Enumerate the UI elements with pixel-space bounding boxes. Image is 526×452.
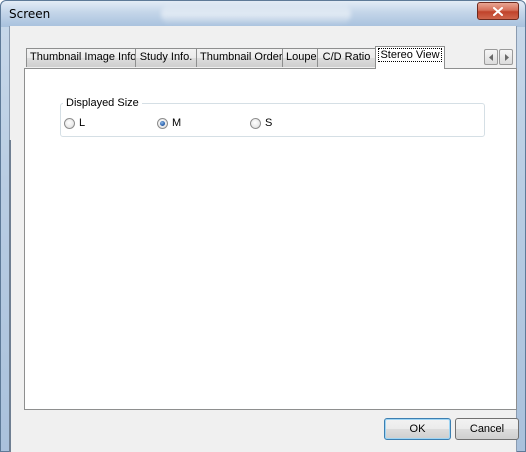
radio-size-s[interactable]: S bbox=[250, 116, 272, 130]
title-bar[interactable]: Screen bbox=[1, 1, 525, 27]
window-edge bbox=[9, 140, 11, 452]
tab-scroll-buttons bbox=[484, 49, 514, 66]
group-label: Displayed Size bbox=[63, 97, 142, 109]
titlebar-glass bbox=[161, 3, 351, 25]
chevron-left-icon bbox=[488, 53, 493, 61]
scroll-left-button[interactable] bbox=[484, 49, 498, 65]
tab-study-info[interactable]: Study Info. bbox=[135, 48, 197, 67]
ok-button[interactable]: OK bbox=[384, 418, 451, 440]
radio-label: S bbox=[265, 117, 273, 129]
scroll-right-button[interactable] bbox=[499, 49, 513, 65]
tab-label: Thumbnail Order bbox=[200, 51, 283, 63]
tab-label: Thumbnail Image Info. bbox=[30, 51, 140, 63]
tab-label: Study Info. bbox=[139, 51, 193, 63]
window-title: Screen bbox=[9, 7, 51, 21]
cancel-button[interactable]: Cancel bbox=[455, 418, 519, 440]
radio-label: M bbox=[172, 117, 182, 129]
radio-size-l[interactable]: L bbox=[64, 116, 85, 130]
radio-label: L bbox=[79, 117, 86, 129]
chevron-right-icon bbox=[504, 53, 509, 61]
tab-cd-ratio[interactable]: C/D Ratio bbox=[317, 48, 376, 67]
tab-label: Loupe bbox=[286, 51, 317, 63]
tab-stereo-view[interactable]: Stereo View bbox=[375, 46, 445, 69]
close-button[interactable] bbox=[477, 2, 519, 20]
radio-button-icon bbox=[64, 117, 75, 129]
cancel-button-label: Cancel bbox=[469, 423, 505, 435]
ok-button-label: OK bbox=[409, 423, 426, 435]
close-icon bbox=[493, 6, 503, 16]
tab-strip: Thumbnail Image Info. Study Info. Thumbn… bbox=[26, 46, 496, 69]
radio-button-checked-icon bbox=[157, 117, 168, 129]
tab-thumbnail-image-info[interactable]: Thumbnail Image Info. bbox=[26, 48, 140, 67]
tab-loupe[interactable]: Loupe bbox=[282, 48, 318, 67]
radio-size-m[interactable]: M bbox=[157, 116, 181, 130]
tab-label: C/D Ratio bbox=[322, 51, 371, 63]
tab-thumbnail-order[interactable]: Thumbnail Order bbox=[196, 48, 283, 67]
tab-label: Stereo View bbox=[378, 48, 442, 62]
radio-button-icon bbox=[250, 117, 261, 129]
